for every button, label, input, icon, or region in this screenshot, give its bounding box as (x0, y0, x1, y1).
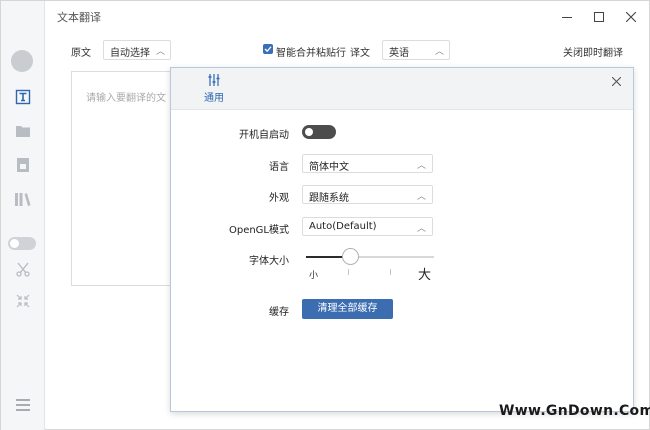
source-text-input[interactable]: 请输入要翻译的文 (71, 71, 171, 286)
opengl-label: OpenGL模式 (228, 225, 289, 236)
watermark: Www.GnDown.Com (499, 403, 650, 419)
appearance-value: 跟随系统 (309, 193, 349, 204)
settings-close-icon[interactable] (609, 74, 623, 88)
collapse-icon[interactable] (9, 289, 37, 313)
maximize-icon[interactable] (588, 7, 610, 27)
sidebar-toggle[interactable] (8, 237, 36, 250)
cache-label: 缓存 (269, 307, 289, 318)
appearance-label: 外观 (269, 193, 289, 204)
font-size-min-label: 小 (309, 271, 319, 281)
clear-cache-button[interactable]: 清理全部缓存 (302, 299, 393, 319)
font-size-max-label: 大 (418, 268, 432, 283)
merge-paste-checkbox[interactable] (263, 44, 273, 54)
target-label: 译文 (350, 48, 370, 59)
autostart-label: 开机自启动 (239, 130, 289, 141)
source-label: 原文 (71, 48, 91, 59)
merge-paste-label: 智能合并粘贴行 (276, 48, 346, 59)
language-select[interactable]: 简体中文 ︿ (302, 154, 433, 173)
avatar[interactable] (11, 50, 33, 72)
slider-tick (390, 269, 391, 275)
font-size-label: 字体大小 (249, 256, 289, 267)
language-label: 语言 (269, 162, 289, 173)
source-placeholder: 请输入要翻译的文 (86, 93, 166, 104)
settings-dialog: 通用 开机自启动 语言 简体中文 ︿ 外观 跟随系统 ︿ OpenGL模式 Au… (170, 67, 634, 412)
opengl-select[interactable]: Auto(Default) ︿ (302, 217, 433, 236)
autostart-toggle[interactable] (302, 125, 336, 139)
chevron-up-icon: ︿ (155, 47, 165, 57)
font-size-slider[interactable] (306, 248, 434, 265)
target-language-value: 英语 (389, 48, 409, 59)
chevron-up-icon: ︿ (434, 47, 444, 57)
sidebar (1, 1, 45, 430)
instant-translate-toggle[interactable]: 关闭即时翻译 (563, 44, 623, 59)
tab-general-label: 通用 (204, 93, 224, 104)
tab-general[interactable]: 通用 (199, 74, 229, 104)
app-window: 文本翻译 原文 自动选择 ︿ 智能合并粘贴行 译文 英语 ︿ 关闭即时翻译 请输… (0, 0, 650, 430)
title-bar: 文本翻译 (1, 1, 650, 33)
text-translate-icon[interactable] (9, 85, 37, 109)
chevron-up-icon: ︿ (416, 224, 426, 234)
document-icon[interactable] (9, 153, 37, 177)
source-language-select[interactable]: 自动选择 ︿ (103, 40, 171, 60)
menu-icon[interactable] (9, 393, 37, 417)
window-title: 文本翻译 (57, 11, 101, 24)
slider-tick (348, 269, 349, 275)
slider-thumb[interactable] (342, 248, 359, 265)
chevron-up-icon: ︿ (416, 161, 426, 171)
folder-icon[interactable] (9, 119, 37, 143)
appearance-select[interactable]: 跟随系统 ︿ (302, 185, 433, 204)
target-language-select[interactable]: 英语 ︿ (382, 40, 450, 60)
opengl-value: Auto(Default) (309, 221, 377, 232)
close-icon[interactable] (620, 7, 642, 27)
chevron-up-icon: ︿ (416, 192, 426, 202)
scissors-icon[interactable] (9, 257, 37, 281)
language-value: 简体中文 (309, 162, 349, 173)
minimize-icon[interactable] (556, 7, 578, 27)
library-icon[interactable] (9, 187, 37, 211)
toggle-knob (305, 128, 313, 136)
settings-header: 通用 (171, 68, 633, 110)
source-language-value: 自动选择 (110, 48, 150, 59)
sliders-icon (208, 74, 220, 86)
